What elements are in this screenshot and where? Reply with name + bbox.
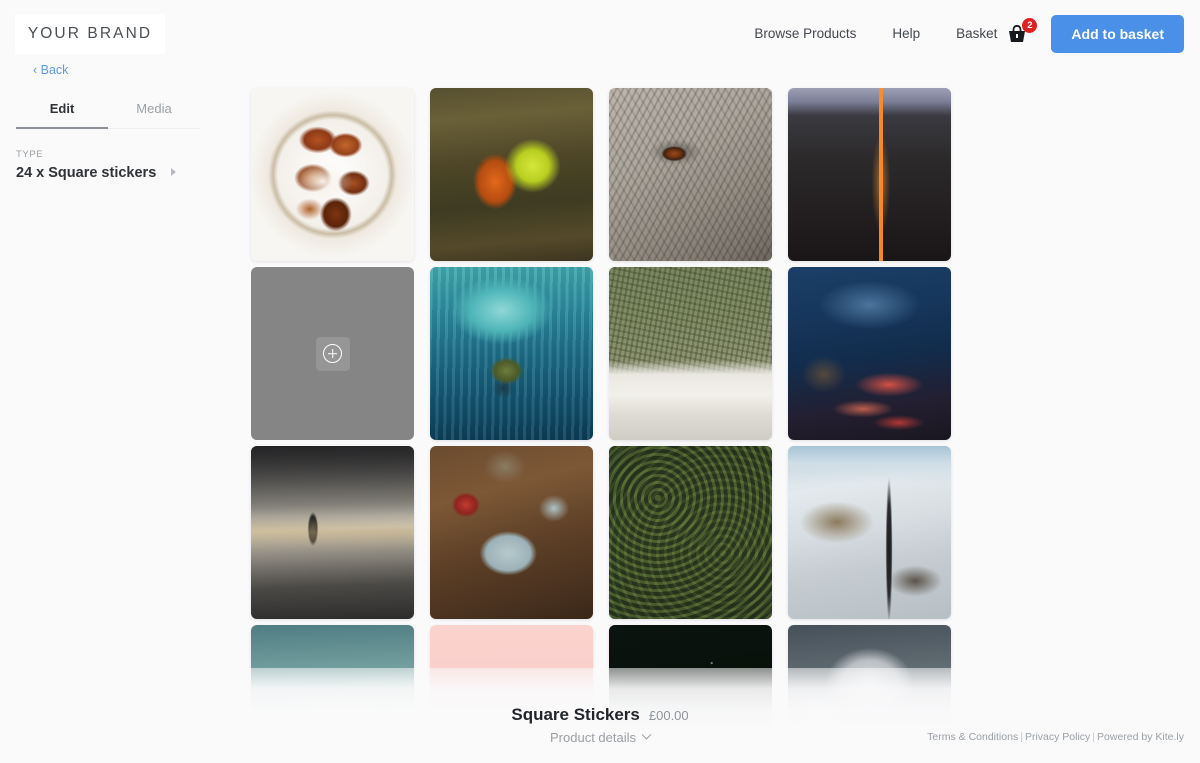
photo-thumbnail	[430, 446, 593, 619]
nav-basket[interactable]: Basket	[938, 14, 1007, 54]
photo-thumbnail	[788, 88, 951, 261]
photo-tile-dessert-table[interactable]	[430, 446, 593, 619]
product-details-toggle[interactable]: Product details	[550, 729, 652, 745]
add-to-basket-button[interactable]: Add to basket	[1051, 15, 1184, 53]
photo-thumbnail	[609, 446, 772, 619]
photo-grid	[251, 88, 951, 763]
product-title: Square Stickers	[511, 705, 640, 724]
add-photo-icon-box	[315, 336, 350, 371]
main-navigation: Browse Products Help Basket 2 Add to bas…	[736, 14, 1184, 54]
photo-tile-icy-river[interactable]	[788, 446, 951, 619]
privacy-policy-link[interactable]: Privacy Policy	[1025, 731, 1090, 743]
photo-thumbnail	[251, 88, 414, 261]
photo-thumbnail	[788, 446, 951, 619]
basket-icon-wrapper[interactable]: 2	[1007, 18, 1038, 47]
sidebar-tabs: Edit Media	[0, 101, 216, 128]
tab-edit[interactable]: Edit	[16, 101, 108, 128]
chevron-down-icon	[641, 729, 652, 740]
footer-separator-1: |	[1020, 731, 1023, 743]
bottom-bar: Square Stickers £00.00 Product details T…	[0, 693, 1200, 763]
nav-help[interactable]: Help	[874, 14, 938, 54]
photo-tile-pumpkin[interactable]	[430, 88, 593, 261]
editor-sidebar: ‹ Back Edit Media TYPE 24 x Square stick…	[0, 58, 216, 763]
plus-circle-icon	[323, 344, 342, 363]
footer-links: Terms & Conditions | Privacy Policy | Powere…	[927, 731, 1184, 743]
photo-thumbnail	[788, 267, 951, 440]
product-title-row: Square Stickers £00.00	[0, 705, 1200, 725]
photo-thumbnail	[430, 267, 593, 440]
photo-tile-forest-snow[interactable]	[609, 267, 772, 440]
basket-count-badge: 2	[1022, 18, 1038, 33]
tab-underline	[16, 127, 200, 129]
photo-tile-plums[interactable]	[251, 88, 414, 261]
top-bar: YOUR BRAND Browse Products Help Basket 2…	[0, 0, 1200, 79]
photo-tile-firefall[interactable]	[788, 88, 951, 261]
photo-tile-lagoon[interactable]	[430, 267, 593, 440]
type-field-label: TYPE	[16, 149, 44, 160]
product-price: £00.00	[648, 708, 689, 723]
nav-browse-products[interactable]: Browse Products	[736, 14, 874, 54]
photo-thumbnail	[430, 88, 593, 261]
brand-name: YOUR BRAND	[27, 25, 153, 42]
add-photo-placeholder[interactable]	[251, 267, 414, 440]
photo-tile-treetops[interactable]	[609, 446, 772, 619]
brand-logo[interactable]: YOUR BRAND	[15, 14, 165, 54]
terms-and-conditions-link[interactable]: Terms & Conditions	[927, 731, 1018, 743]
type-field-row[interactable]: TYPE 24 x Square stickers	[16, 149, 200, 195]
photo-tile-sea-stack[interactable]	[251, 446, 414, 619]
photo-tile-elephant-eye[interactable]	[609, 88, 772, 261]
photo-thumbnail	[609, 88, 772, 261]
chevron-right-icon	[171, 168, 176, 176]
photo-thumbnail	[251, 446, 414, 619]
photo-tile-city-lights[interactable]	[788, 267, 951, 440]
tab-media[interactable]: Media	[108, 101, 200, 128]
photo-thumbnail	[609, 267, 772, 440]
powered-by-link[interactable]: Powered by Kite.ly	[1097, 731, 1184, 743]
product-details-label: Product details	[550, 730, 636, 745]
